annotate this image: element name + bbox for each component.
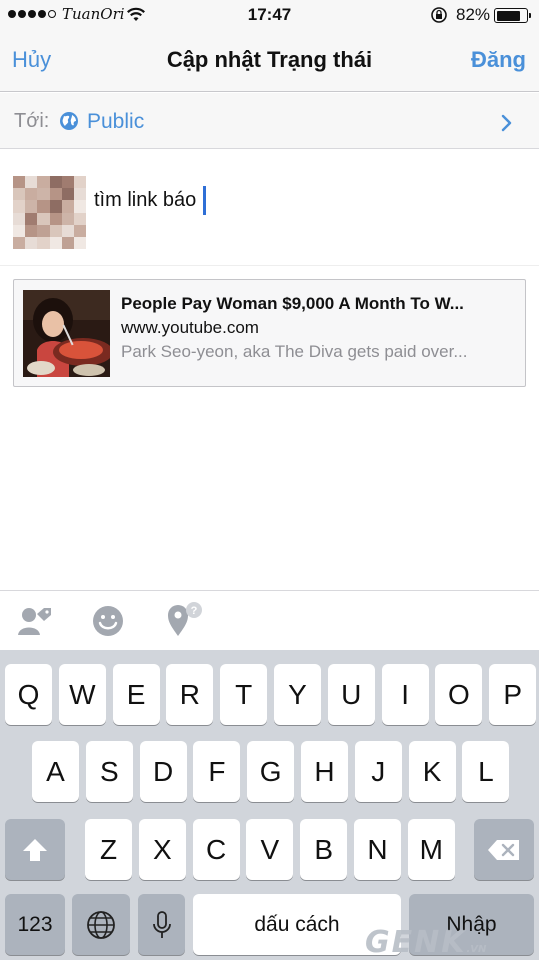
shift-key[interactable] bbox=[5, 819, 65, 880]
link-title: People Pay Woman $9,000 A Month To W... bbox=[121, 294, 464, 313]
key-n[interactable]: N bbox=[354, 819, 401, 880]
key-w[interactable]: W bbox=[58, 664, 106, 725]
navigation-bar: Hủy Cập nhật Trạng thái Đăng bbox=[0, 30, 539, 92]
key-i[interactable]: I bbox=[381, 664, 429, 725]
key-c[interactable]: C bbox=[192, 819, 240, 880]
link-description: Park Seo-yeon, aka The Diva gets paid ov… bbox=[121, 342, 468, 361]
check-in-icon[interactable]: ? bbox=[165, 601, 205, 644]
key-p[interactable]: P bbox=[489, 664, 537, 725]
backspace-key[interactable] bbox=[474, 819, 534, 880]
key-h[interactable]: H bbox=[301, 741, 348, 802]
svg-text:?: ? bbox=[191, 605, 198, 617]
attachment-toolbar: ? bbox=[0, 590, 539, 650]
chevron-right-icon bbox=[501, 114, 513, 137]
key-s[interactable]: S bbox=[85, 741, 133, 802]
status-text-input[interactable]: tìm link báo bbox=[94, 189, 196, 212]
key-t[interactable]: T bbox=[220, 664, 268, 725]
keyboard: 123 dấu cách Nhập QWERTYUIOPASDFGHJKLZXC… bbox=[0, 650, 539, 960]
key-v[interactable]: V bbox=[246, 819, 294, 880]
page-title: Cập nhật Trạng thái bbox=[166, 47, 373, 72]
key-j[interactable]: J bbox=[354, 741, 402, 802]
key-q[interactable]: Q bbox=[5, 664, 52, 725]
globe-icon bbox=[59, 111, 79, 136]
key-r[interactable]: R bbox=[166, 664, 214, 725]
key-x[interactable]: X bbox=[138, 819, 186, 880]
key-a[interactable]: A bbox=[32, 741, 79, 802]
globe-keyboard-icon[interactable] bbox=[72, 894, 130, 955]
watermark-logo: GENK.VN bbox=[365, 925, 487, 960]
key-g[interactable]: G bbox=[247, 741, 295, 802]
key-o[interactable]: O bbox=[435, 664, 483, 725]
key-k[interactable]: K bbox=[408, 741, 456, 802]
key-b[interactable]: B bbox=[300, 819, 348, 880]
link-domain: www.youtube.com bbox=[121, 318, 259, 337]
audience-value: Public bbox=[87, 110, 145, 133]
text-cursor bbox=[203, 186, 206, 215]
numbers-key[interactable]: 123 bbox=[5, 894, 65, 955]
feeling-icon[interactable] bbox=[91, 604, 125, 643]
tag-people-icon[interactable] bbox=[17, 604, 53, 643]
key-d[interactable]: D bbox=[139, 741, 187, 802]
key-f[interactable]: F bbox=[193, 741, 241, 802]
status-bar: TuanOri 17:47 82% bbox=[0, 0, 539, 30]
battery-icon bbox=[494, 8, 531, 23]
battery-fill bbox=[496, 10, 521, 21]
audience-label: Tới: bbox=[14, 110, 50, 132]
audience-selector[interactable]: Tới: Public bbox=[0, 93, 539, 149]
link-preview-card[interactable]: People Pay Woman $9,000 A Month To W... … bbox=[13, 279, 526, 387]
link-thumbnail bbox=[23, 290, 110, 377]
key-m[interactable]: M bbox=[407, 819, 455, 880]
battery-percentage: 82% bbox=[456, 5, 491, 24]
key-u[interactable]: U bbox=[327, 664, 375, 725]
key-z[interactable]: Z bbox=[85, 819, 132, 880]
key-l[interactable]: L bbox=[462, 741, 510, 802]
key-y[interactable]: Y bbox=[274, 664, 321, 725]
composer-divider bbox=[0, 265, 539, 266]
key-e[interactable]: E bbox=[112, 664, 160, 725]
microphone-icon[interactable] bbox=[138, 894, 185, 955]
rotation-lock-icon bbox=[430, 6, 448, 29]
avatar bbox=[13, 176, 86, 249]
post-button[interactable]: Đăng bbox=[471, 47, 526, 73]
